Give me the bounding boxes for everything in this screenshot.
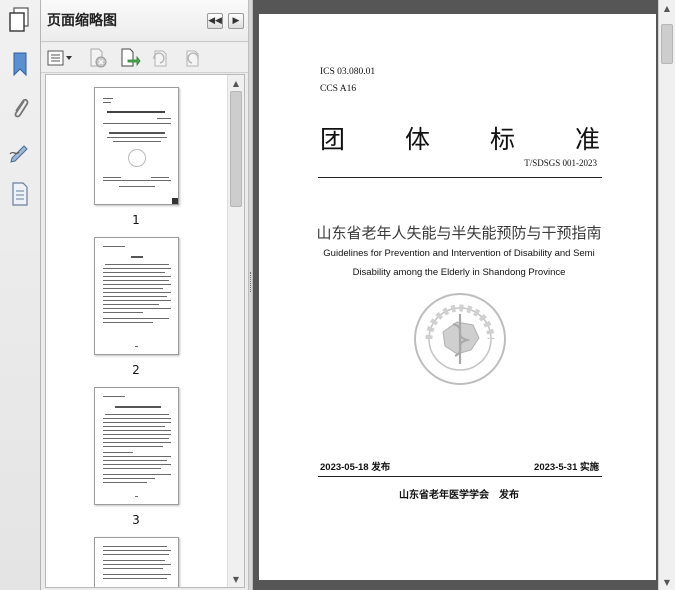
- page-number-3: 3: [132, 513, 140, 527]
- insert-page-icon: [121, 48, 141, 67]
- page-thumbnail-2[interactable]: [94, 237, 179, 355]
- scroll-down-arrow-icon[interactable]: ▼: [228, 571, 244, 587]
- panel-title: 页面缩略图: [47, 13, 117, 29]
- title-english-line-1: Guidelines for Prevention and Interventi…: [323, 248, 595, 259]
- footer-rule: [318, 476, 602, 477]
- ics-code: ICS 03.080.01: [320, 67, 376, 77]
- publish-date: 2023-05-18 发布: [320, 462, 391, 473]
- attachments-button[interactable]: [4, 92, 36, 124]
- doc-scroll-up-arrow-icon[interactable]: ▲: [659, 0, 675, 16]
- document-scrollbar[interactable]: ▲ ▼: [658, 0, 675, 590]
- page-number-1: 1: [132, 213, 140, 227]
- document-scroll-thumb[interactable]: [661, 24, 673, 64]
- standard-type-char-4: 准: [575, 127, 601, 154]
- rotate-left-icon: [153, 50, 167, 67]
- standard-number: T/SDSGS 001-2023: [524, 158, 597, 168]
- publisher: 山东省老年医学学会 发布: [399, 490, 519, 501]
- standard-type-char-1: 团: [320, 127, 346, 154]
- page-thumbnails-icon: [9, 7, 29, 32]
- rotate-cw-button[interactable]: [181, 48, 203, 68]
- content-button[interactable]: [4, 178, 36, 210]
- page-number-2: 2: [132, 363, 140, 377]
- chevron-right-icon: ▶: [232, 16, 240, 26]
- delete-pages-button[interactable]: [87, 48, 109, 68]
- signature-pen-icon: [9, 145, 28, 163]
- paperclip-icon: [14, 98, 29, 118]
- standard-type-char-3: 标: [490, 127, 516, 154]
- document-page: ICS 03.080.01 CCS A16 团 体 标 准 T/SDSGS 00…: [259, 14, 656, 580]
- expand-panel-button[interactable]: ▶: [228, 13, 244, 29]
- thumbnail-scrollbar[interactable]: ▲ ▼: [227, 75, 244, 587]
- title-chinese: 山东省老年人失能与半失能预防与干预指南: [316, 226, 602, 242]
- rotate-right-icon: [186, 50, 199, 67]
- panel-header: 页面缩略图 ◀◀ ▶: [41, 0, 248, 42]
- options-menu-button[interactable]: [46, 48, 74, 68]
- insert-pages-button[interactable]: [119, 48, 141, 68]
- bookmarks-button[interactable]: [4, 48, 36, 80]
- standard-type-heading: 团 体 标 准: [320, 120, 600, 154]
- thumbnail-list[interactable]: 1 2 3 ▲ ▼: [45, 74, 245, 588]
- society-seal-emblem: [414, 293, 506, 385]
- delete-page-icon: [90, 48, 107, 68]
- collapse-panel-button[interactable]: ◀◀: [207, 13, 223, 29]
- document-viewer[interactable]: ICS 03.080.01 CCS A16 团 体 标 准 T/SDSGS 00…: [253, 0, 658, 590]
- title-english-line-2: Disability among the Elderly in Shandong…: [352, 267, 566, 278]
- options-list-icon: [47, 50, 72, 66]
- standard-type-char-2: 体: [405, 127, 431, 154]
- scroll-up-arrow-icon[interactable]: ▲: [228, 75, 244, 91]
- header-rule: [318, 177, 602, 178]
- page-thumbnails-button[interactable]: [4, 4, 36, 36]
- page-thumbnail-3[interactable]: [94, 387, 179, 505]
- page-thumbnail-4[interactable]: [94, 537, 179, 587]
- page-thumbnail-1[interactable]: [94, 87, 179, 205]
- thumbnail-scroll-thumb[interactable]: [230, 91, 242, 207]
- bookmark-icon: [13, 52, 27, 77]
- thumbnail-panel: 页面缩略图 ◀◀ ▶ 1 2 3 ▲ ▼: [41, 0, 248, 590]
- ccs-code: CCS A16: [320, 84, 357, 94]
- document-layers-icon: [12, 182, 28, 206]
- signatures-button[interactable]: [4, 136, 36, 168]
- double-chevron-left-icon: ◀◀: [208, 16, 222, 26]
- thumbnail-toolbar: [41, 43, 248, 73]
- effective-date: 2023-5-31 实施: [534, 462, 599, 473]
- navigation-rail: [0, 0, 41, 590]
- doc-scroll-down-arrow-icon[interactable]: ▼: [659, 574, 675, 590]
- rotate-ccw-button[interactable]: [149, 48, 171, 68]
